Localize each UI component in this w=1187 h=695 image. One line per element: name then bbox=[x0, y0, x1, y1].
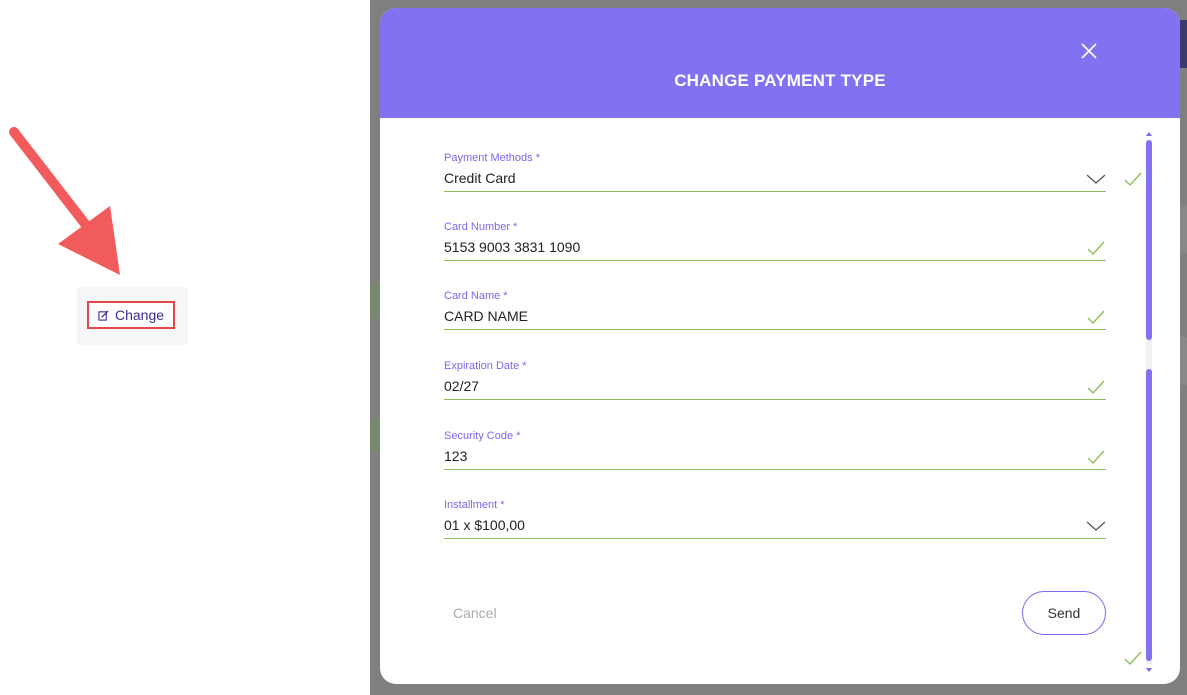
expiration-date-input[interactable]: 02/27 bbox=[444, 373, 1106, 400]
expiration-date-label: Expiration Date * bbox=[444, 360, 527, 372]
payment-method-row[interactable]: Credit Card bbox=[444, 165, 1106, 192]
modal-title: CHANGE PAYMENT TYPE bbox=[674, 71, 886, 90]
installment-label: Installment * bbox=[444, 499, 505, 511]
card-name-label: Card Name * bbox=[444, 290, 508, 302]
card-number-input[interactable]: 5153 9003 3831 1090 bbox=[444, 234, 1106, 261]
modal-scrollbar[interactable] bbox=[1144, 132, 1154, 672]
edit-icon bbox=[98, 309, 109, 321]
security-code-label: Security Code * bbox=[444, 430, 521, 442]
modal-header: CHANGE PAYMENT TYPE bbox=[380, 8, 1180, 118]
installment-row[interactable]: 01 x $100,00 bbox=[444, 512, 1106, 539]
background-green-row bbox=[370, 418, 380, 452]
security-code-value: 123 bbox=[444, 448, 468, 464]
scroll-down-icon[interactable] bbox=[1146, 668, 1152, 672]
chevron-down-icon[interactable] bbox=[1086, 518, 1106, 534]
card-name-input[interactable]: CARD NAME bbox=[444, 303, 1106, 330]
background-green-row bbox=[370, 283, 380, 319]
security-code-field[interactable]: Security Code * 123 bbox=[444, 429, 1106, 470]
check-icon bbox=[1087, 310, 1105, 325]
check-icon bbox=[1124, 651, 1142, 666]
change-label: Change bbox=[115, 307, 165, 323]
change-payment-modal: CHANGE PAYMENT TYPE Payment Methods * Cr… bbox=[380, 8, 1180, 684]
check-icon bbox=[1087, 450, 1105, 465]
scroll-up-icon[interactable] bbox=[1146, 132, 1152, 136]
close-icon[interactable] bbox=[1079, 41, 1099, 61]
annotation-arrow-icon bbox=[9, 127, 120, 275]
expiration-date-value: 02/27 bbox=[444, 378, 480, 394]
scroll-thumb-lower[interactable] bbox=[1146, 369, 1152, 661]
scroll-thumb[interactable] bbox=[1146, 140, 1152, 340]
expiration-date-field[interactable]: Expiration Date * 02/27 bbox=[444, 359, 1106, 400]
card-number-label: Card Number * bbox=[444, 221, 518, 233]
card-name-value: CARD NAME bbox=[444, 308, 529, 324]
installment-value: 01 x $100,00 bbox=[444, 517, 525, 533]
card-number-field[interactable]: Card Number * 5153 9003 3831 1090 bbox=[444, 220, 1106, 261]
card-name-field[interactable]: Card Name * CARD NAME bbox=[444, 289, 1106, 330]
change-button-container: Change bbox=[77, 287, 188, 345]
security-code-input[interactable]: 123 bbox=[444, 443, 1106, 470]
check-icon bbox=[1087, 380, 1105, 395]
payment-method-label: Payment Methods * bbox=[444, 152, 540, 164]
change-button[interactable]: Change bbox=[87, 301, 175, 329]
check-icon bbox=[1087, 241, 1105, 256]
installment-select[interactable]: Installment * 01 x $100,00 bbox=[444, 498, 1106, 539]
cancel-button[interactable]: Cancel bbox=[453, 605, 497, 621]
check-icon bbox=[1124, 172, 1142, 187]
payment-method-select[interactable]: Payment Methods * Credit Card bbox=[444, 151, 1106, 192]
payment-method-value: Credit Card bbox=[444, 170, 516, 186]
card-number-value: 5153 9003 3831 1090 bbox=[444, 239, 581, 255]
send-button[interactable]: Send bbox=[1022, 591, 1106, 635]
chevron-down-icon[interactable] bbox=[1086, 171, 1106, 187]
